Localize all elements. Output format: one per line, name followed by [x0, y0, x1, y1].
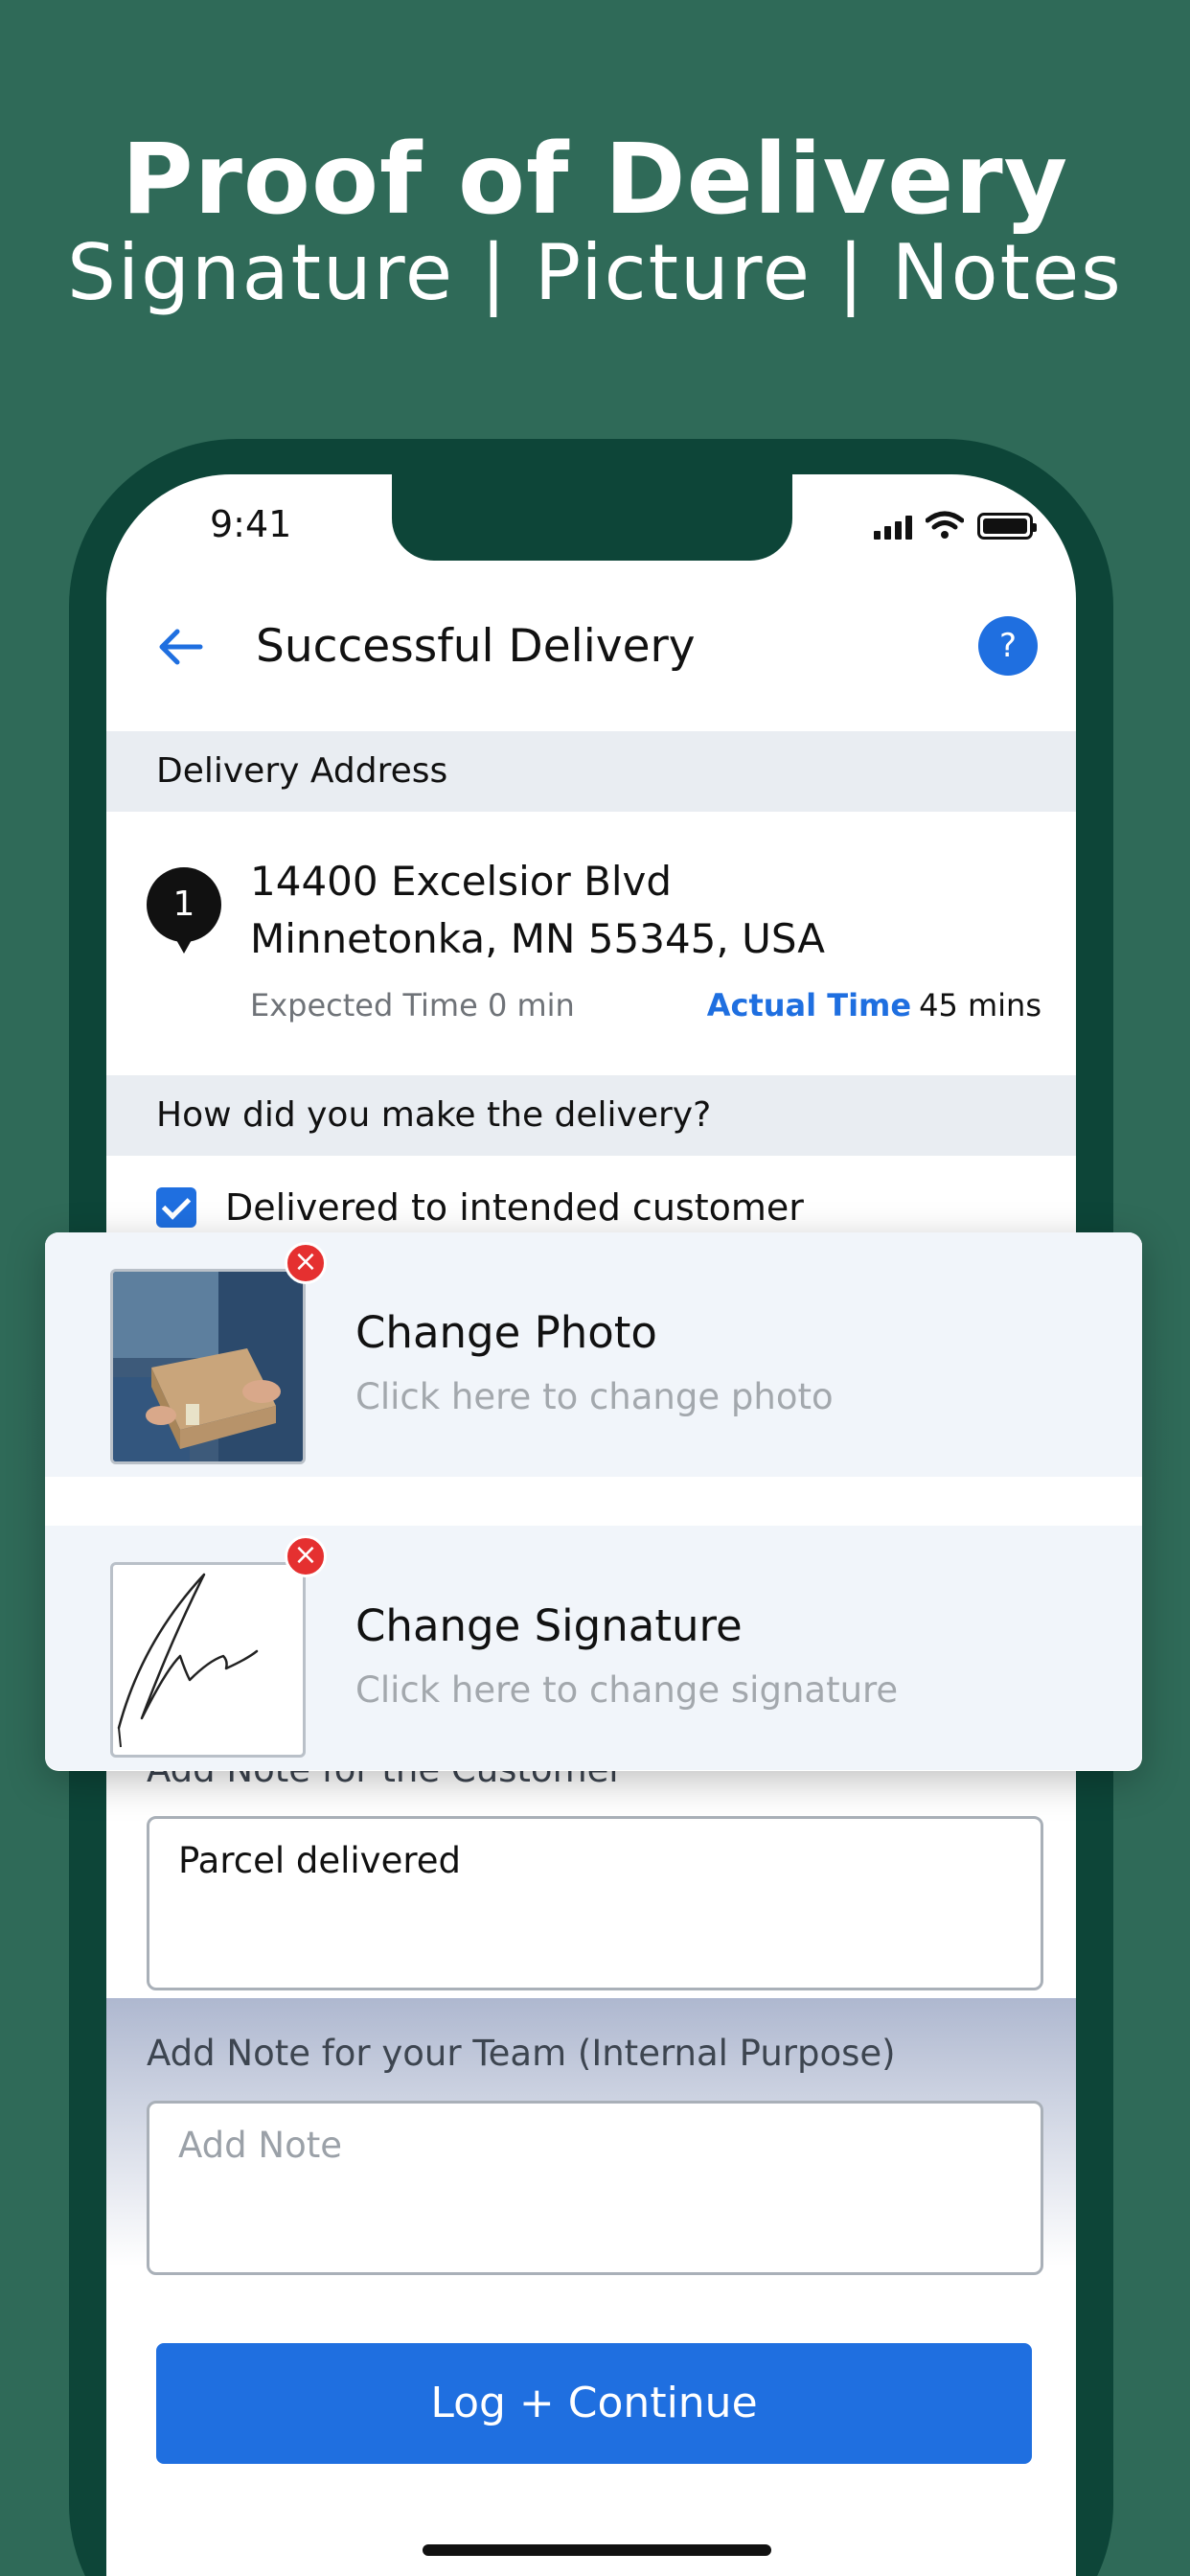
- expected-time: Expected Time 0 min: [250, 987, 575, 1024]
- parcel-photo-icon: [113, 1272, 303, 1461]
- signal-icon: [874, 515, 912, 540]
- change-photo-subtitle: Click here to change photo: [355, 1376, 834, 1417]
- address-line-1: 14400 Excelsior Blvd: [250, 858, 673, 905]
- stop-pin-icon: 1: [147, 867, 221, 954]
- hero-subtitle: Signature | Picture | Notes: [67, 228, 1123, 317]
- actual-time-label: Actual Time: [706, 987, 912, 1024]
- help-button[interactable]: ?: [978, 616, 1038, 676]
- attachments-card: × Change Photo Click here to change phot…: [45, 1232, 1142, 1771]
- delivered-checkbox[interactable]: [156, 1187, 196, 1228]
- battery-icon: [977, 513, 1037, 540]
- log-continue-button[interactable]: Log + Continue: [156, 2343, 1032, 2464]
- remove-photo-button[interactable]: ×: [285, 1242, 327, 1284]
- hero-title: Proof of Delivery: [121, 123, 1069, 237]
- photo-thumbnail: [110, 1269, 306, 1464]
- change-photo-title: Change Photo: [355, 1307, 657, 1358]
- delivered-checkbox-label: Delivered to intended customer: [225, 1186, 804, 1229]
- team-note-label: Add Note for your Team (Internal Purpose…: [147, 2033, 896, 2074]
- status-icons: [874, 511, 1037, 540]
- team-note-input[interactable]: Add Note: [147, 2101, 1043, 2275]
- status-time: 9:41: [210, 503, 292, 545]
- delivery-method-header: How did you make the delivery?: [106, 1075, 1076, 1156]
- remove-signature-button[interactable]: ×: [285, 1535, 327, 1577]
- change-signature-row[interactable]: × Change Signature Click here to change …: [45, 1526, 1142, 1770]
- delivered-checkbox-row[interactable]: Delivered to intended customer: [156, 1186, 804, 1229]
- address-line-2: Minnetonka, MN 55345, USA: [250, 915, 826, 962]
- home-indicator: [423, 2544, 771, 2556]
- signature-icon: [117, 1573, 259, 1748]
- change-signature-title: Change Signature: [355, 1600, 743, 1651]
- phone-notch: [392, 474, 792, 561]
- actual-time-value: 45 mins: [919, 987, 1041, 1024]
- change-signature-subtitle: Click here to change signature: [355, 1669, 899, 1711]
- app-bar: Successful Delivery ?: [106, 599, 1076, 695]
- change-photo-row[interactable]: × Change Photo Click here to change phot…: [45, 1232, 1142, 1477]
- actual-time: Actual Time 45 mins: [707, 987, 1041, 1024]
- delivery-address-header: Delivery Address: [106, 731, 1076, 812]
- customer-note-input[interactable]: Parcel delivered: [147, 1816, 1043, 1990]
- arrow-left-icon[interactable]: [154, 620, 208, 674]
- wifi-icon: [926, 511, 964, 539]
- signature-thumbnail: [110, 1562, 306, 1758]
- page-title: Successful Delivery: [256, 620, 696, 673]
